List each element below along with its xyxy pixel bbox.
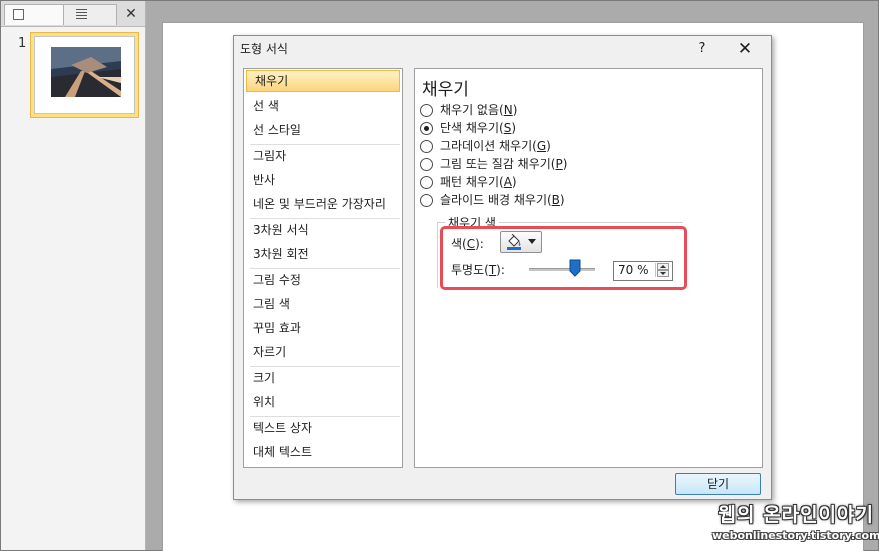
category-3d-rotation[interactable]: 3차원 회전 <box>245 243 401 265</box>
help-icon[interactable]: ? <box>694 39 710 59</box>
close-dialog-button[interactable]: 닫기 <box>675 473 761 495</box>
category-3d-format[interactable]: 3차원 서식 <box>245 219 401 241</box>
category-alt-text[interactable]: 대체 텍스트 <box>245 441 401 463</box>
category-artistic-effects[interactable]: 꾸밈 효과 <box>245 317 401 339</box>
close-icon[interactable]: ✕ <box>735 39 755 59</box>
panel-heading: 채우기 <box>422 80 469 100</box>
category-list: 채우기 선 색 선 스타일 그림자 반사 네온 및 부드러운 가장자리 3차원 … <box>243 68 403 468</box>
category-picture-corrections[interactable]: 그림 수정 <box>245 269 401 291</box>
category-reflection[interactable]: 반사 <box>245 169 401 191</box>
category-shadow[interactable]: 그림자 <box>245 145 401 167</box>
tab-slides[interactable] <box>4 4 64 25</box>
slide-number: 1 <box>18 36 27 51</box>
radio-pattern-fill[interactable] <box>420 176 433 189</box>
category-line-style[interactable]: 선 스타일 <box>245 119 401 141</box>
category-text-box[interactable]: 텍스트 상자 <box>245 417 401 439</box>
tab-outline[interactable] <box>63 4 117 25</box>
radio-picture-texture-fill[interactable] <box>420 158 433 171</box>
radio-no-fill[interactable] <box>420 104 433 117</box>
slide-thumbnail <box>34 36 135 114</box>
pane-tabs: ✕ <box>1 1 145 27</box>
radio-gradient-fill[interactable] <box>420 140 433 153</box>
group-border <box>437 222 438 288</box>
dialog-title: 도형 서식 <box>240 42 288 56</box>
slide-thumbnail-selected[interactable] <box>30 32 139 118</box>
category-glow-soft-edges[interactable]: 네온 및 부드러운 가장자리 <box>245 193 401 215</box>
category-size[interactable]: 크기 <box>245 367 401 389</box>
radio-solid-fill[interactable] <box>420 122 433 135</box>
watermark-url: webonlinestory.tistory.com <box>712 529 879 542</box>
radio-slide-background-fill[interactable] <box>420 194 433 207</box>
watermark-title: 웹의 온라인이야기 <box>718 504 874 526</box>
category-position[interactable]: 위치 <box>245 391 401 413</box>
fill-panel: 채우기 채우기 없음(N) 단색 채우기(S) 그라데이션 채우기(G) 그림 … <box>414 68 763 468</box>
outline-tab-icon <box>76 9 87 19</box>
watermark: 웹의 온라인이야기 webonlinestory.tistory.com <box>712 500 879 546</box>
slide-thumbnail-image <box>51 47 121 97</box>
slide-tab-icon <box>13 9 24 20</box>
annotation-highlight-box <box>440 226 687 290</box>
slides-pane: ✕ 1 <box>1 1 146 550</box>
category-line-color[interactable]: 선 색 <box>245 95 401 117</box>
category-fill[interactable]: 채우기 <box>246 70 400 92</box>
format-shape-dialog: 도형 서식 ? ✕ 채우기 선 색 선 스타일 그림자 반사 네온 및 부드러운… <box>233 35 772 500</box>
category-crop[interactable]: 자르기 <box>245 341 401 363</box>
pane-close-icon[interactable]: ✕ <box>122 5 140 23</box>
category-picture-color[interactable]: 그림 색 <box>245 293 401 315</box>
